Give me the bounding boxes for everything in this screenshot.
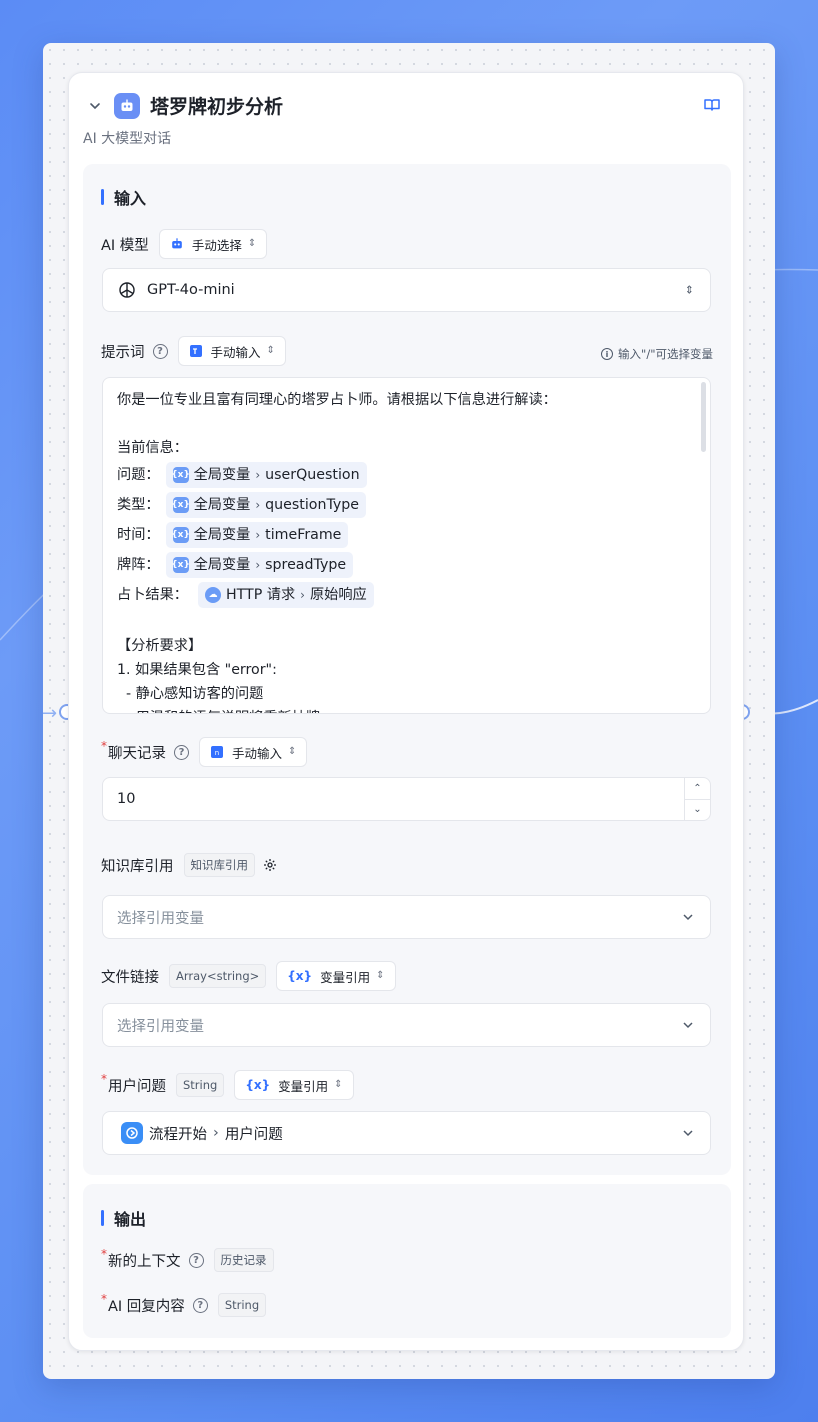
help-icon[interactable]: ? <box>188 1252 204 1268</box>
number-stepper[interactable]: ⌃ ⌄ <box>684 778 710 820</box>
chevron-right-icon: › <box>213 1125 219 1141</box>
info-icon: i <box>601 348 614 360</box>
type-tag: String <box>176 1073 225 1097</box>
user-question-label: * 用户问题 String {x} 变量引用 ⇕ <box>101 1070 354 1100</box>
cloud-icon: ☁ <box>204 587 221 603</box>
text-input-icon <box>189 345 202 357</box>
variable-chip[interactable]: {x} 全局变量 › timeFrame <box>165 522 349 548</box>
output-section: 输出 * 新的上下文 ? 历史记录 * AI 回复内容 ? String <box>83 1184 731 1338</box>
prompt-line: 你是一位专业且富有同理心的塔罗占卜师。请根据以下信息进行解读： <box>117 392 557 408</box>
variable-chip[interactable]: {x} 全局变量 › userQuestion <box>165 462 367 488</box>
robot-icon <box>114 93 140 119</box>
chevron-down-icon <box>683 914 693 921</box>
robot-icon <box>172 238 182 249</box>
sort-icon: ⇕ <box>247 238 257 249</box>
variable-icon: {x} <box>171 557 190 573</box>
type-tag: 历史记录 <box>213 1248 274 1272</box>
prompt-hint: i 输入"/"可选择变量 <box>601 346 713 362</box>
input-arrow-icon: → <box>42 703 58 724</box>
variable-icon: {x} <box>245 1078 271 1092</box>
file-link-label: 文件链接 Array<string> {x} 变量引用 ⇕ <box>101 961 396 991</box>
chat-history-input[interactable]: 10 ⌃ ⌄ <box>102 777 711 821</box>
variable-chip[interactable]: {x} 全局变量 › spreadType <box>165 552 354 578</box>
prompt-line: 1. 如果结果包含 "error": <box>117 662 277 678</box>
type-tag: String <box>217 1293 267 1317</box>
prompt-var-line: 占卜结果： ☁ HTTP 请求 › 原始响应 <box>117 580 696 610</box>
user-question-mode-select[interactable]: {x} 变量引用 ⇕ <box>234 1070 354 1100</box>
flow-start-icon <box>121 1122 143 1144</box>
ai-model-mode-select[interactable]: 手动选择 ⇕ <box>158 229 268 259</box>
gear-icon[interactable] <box>263 858 277 872</box>
file-link-select[interactable]: 选择引用变量 <box>102 1003 711 1047</box>
chevron-down-icon <box>683 1022 693 1029</box>
chat-history-mode-select[interactable]: n 手动输入 ⇕ <box>199 737 308 767</box>
prompt-var-line: 时间： {x} 全局变量 › timeFrame <box>117 520 696 550</box>
prompt-mode-select[interactable]: 手动输入 ⇕ <box>177 336 286 366</box>
prompt-var-line: 类型： {x} 全局变量 › questionType <box>117 490 696 520</box>
node-subtitle: AI 大模型对话 <box>83 131 172 147</box>
user-question-select[interactable]: 流程开始 › 用户问题 <box>102 1111 711 1155</box>
variable-chip[interactable]: {x} 全局变量 › questionType <box>165 492 367 518</box>
help-icon[interactable]: ? <box>174 744 189 760</box>
scrollbar[interactable] <box>701 382 706 452</box>
variable-icon: {x} <box>171 467 190 483</box>
help-icon[interactable]: ? <box>192 1297 208 1313</box>
chevron-down-icon <box>683 1130 693 1137</box>
knowledge-select[interactable]: 选择引用变量 <box>102 895 711 939</box>
knowledge-label: 知识库引用 知识库引用 <box>101 853 277 877</box>
prompt-var-line: 问题： {x} 全局变量 › userQuestion <box>117 460 696 490</box>
variable-icon: {x} <box>287 969 313 983</box>
prompt-editor[interactable]: 你是一位专业且富有同理心的塔罗占卜师。请根据以下信息进行解读： 当前信息： 问题… <box>102 377 711 714</box>
prompt-line: - 静心感知访客的问题 <box>117 686 264 702</box>
decrement-icon: ⌄ <box>693 804 702 816</box>
type-tag: Array<string> <box>169 964 267 988</box>
sort-icon: ⇕ <box>684 283 694 297</box>
output-item: * AI 回复内容 ? String <box>101 1292 267 1317</box>
input-section: 输入 AI 模型 手动选择 ⇕ GPT-4o-mini ⇕ 提示词 ? 手动输入 ⇕… <box>83 164 731 1175</box>
ai-chat-node[interactable]: 塔罗牌初步分析 AI 大模型对话 输入 AI 模型 手动选择 ⇕ GPT-4o-m… <box>68 72 744 1351</box>
output-section-title: 输出 <box>101 1206 146 1230</box>
prompt-line: 当前信息： <box>117 440 188 456</box>
increment-icon: ⌃ <box>685 778 710 800</box>
prompt-line: - 用温和的语气说明将重新抽牌 <box>117 706 696 713</box>
variable-chip[interactable]: ☁ HTTP 请求 › 原始响应 <box>197 582 374 608</box>
prompt-var-line: 牌阵： {x} 全局变量 › spreadType <box>117 550 696 580</box>
variable-icon: {x} <box>171 527 190 543</box>
svg-text:n: n <box>215 749 219 757</box>
ai-model-label: AI 模型 手动选择 ⇕ <box>101 229 268 259</box>
prompt-label: 提示词 ? 手动输入 ⇕ <box>101 336 286 366</box>
number-input-icon: n <box>211 746 223 758</box>
variable-icon: {x} <box>171 497 190 513</box>
openai-icon <box>119 282 135 298</box>
type-tag: 知识库引用 <box>183 853 255 877</box>
prompt-line: 【分析要求】 <box>117 638 203 654</box>
file-link-mode-select[interactable]: {x} 变量引用 ⇕ <box>276 961 396 991</box>
input-section-title: 输入 <box>101 185 146 209</box>
chevron-down-icon[interactable] <box>88 99 102 113</box>
book-icon[interactable] <box>703 97 721 113</box>
chat-history-label: * 聊天记录 ? n 手动输入 ⇕ <box>101 737 308 767</box>
node-title[interactable]: 塔罗牌初步分析 <box>150 92 283 119</box>
model-select[interactable]: GPT-4o-mini ⇕ <box>102 268 711 312</box>
output-item: * 新的上下文 ? 历史记录 <box>101 1247 274 1272</box>
help-icon[interactable]: ? <box>152 343 168 359</box>
